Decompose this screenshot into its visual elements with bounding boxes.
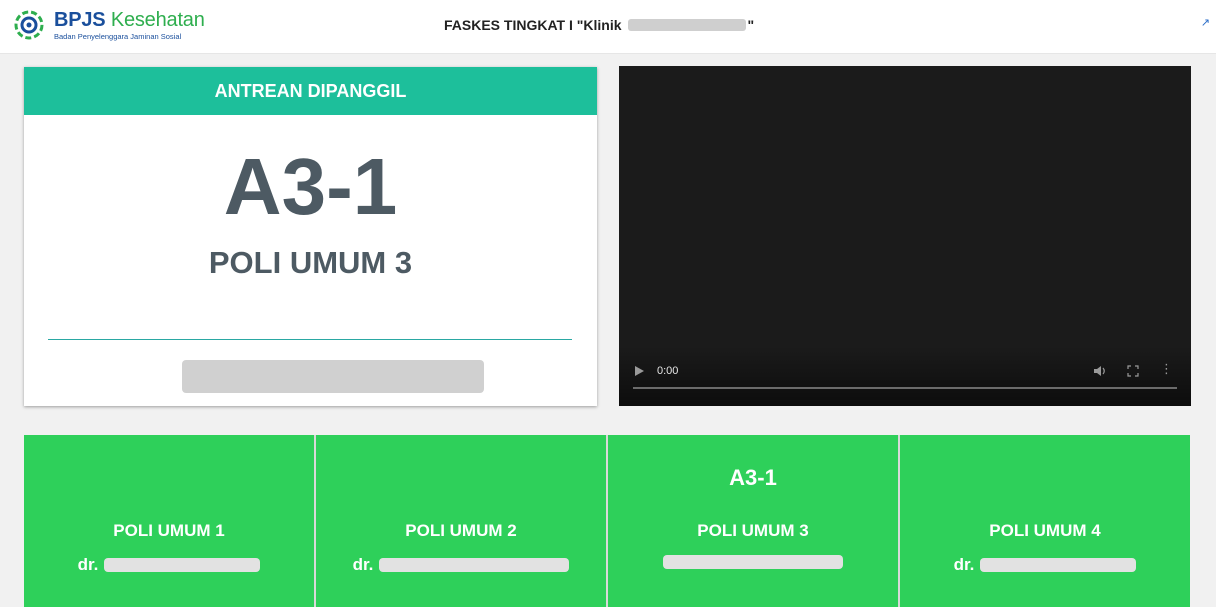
tile-doctor-prefix: dr.: [953, 555, 975, 574]
tile-doctor-prefix: dr.: [77, 555, 99, 574]
tile-poli-name: POLI UMUM 4: [989, 521, 1101, 540]
volume-icon[interactable]: [1093, 365, 1107, 377]
redacted-doctor-name: [182, 360, 484, 393]
expand-icon[interactable]: ↗: [1201, 16, 1210, 29]
called-queue-card: ANTREAN DIPANGGIL A3-1 POLI UMUM 3: [24, 67, 597, 406]
video-controls: 0:00 ⋮: [619, 346, 1191, 406]
called-queue-heading: ANTREAN DIPANGGIL: [24, 67, 597, 115]
called-queue-poli: POLI UMUM 3: [208, 245, 413, 280]
brand-name-part1: BPJS: [54, 9, 106, 31]
poli-tiles: POLI UMUM 1 dr. POLI UMUM 2 dr. A3-1 POL…: [24, 435, 1190, 607]
queue-display-page: BPJS Kesehatan Badan Penyelenggara Jamin…: [0, 0, 1216, 607]
fullscreen-icon[interactable]: [1127, 365, 1139, 377]
video-player[interactable]: 0:00 ⋮: [619, 66, 1191, 406]
page-title-suffix: ": [747, 17, 755, 33]
redacted-doctor-name: [379, 558, 570, 572]
tile-poli-name: POLI UMUM 2: [405, 521, 517, 540]
video-progress-bar[interactable]: [633, 387, 1177, 389]
poli-tile-4: POLI UMUM 4 dr.: [900, 435, 1190, 607]
poli-tile-3: A3-1 POLI UMUM 3: [608, 435, 900, 607]
brand-subtitle: Badan Penyelenggara Jaminan Sosial: [54, 32, 182, 41]
redacted-doctor-name: [663, 555, 843, 569]
redacted-clinic-name: [627, 19, 746, 31]
tile-poli-name: POLI UMUM 1: [113, 521, 225, 540]
page-title-prefix: FASKES TINGKAT I "Klinik: [444, 17, 622, 33]
brand-logo: BPJS Kesehatan Badan Penyelenggara Jamin…: [14, 10, 205, 41]
brand-name: BPJS Kesehatan: [54, 10, 205, 30]
video-time: 0:00: [657, 365, 679, 377]
called-queue-number: A3-1: [223, 142, 398, 231]
page-title: FASKES TINGKAT I "Klinik ": [444, 17, 754, 33]
divider: [48, 339, 572, 340]
poli-tile-2: POLI UMUM 2 dr.: [316, 435, 608, 607]
poli-tile-1: POLI UMUM 1 dr.: [24, 435, 316, 607]
more-vertical-icon[interactable]: ⋮: [1160, 362, 1173, 375]
tile-poli-name: POLI UMUM 3: [697, 521, 809, 540]
tile-doctor-prefix: dr.: [352, 555, 374, 574]
tile-doctor: dr.: [24, 555, 314, 575]
play-icon[interactable]: [633, 365, 645, 377]
tile-doctor: [608, 555, 898, 569]
tile-doctor: dr.: [316, 555, 606, 575]
tile-doctor: dr.: [900, 555, 1190, 575]
tile-queue-number: A3-1: [729, 465, 777, 490]
redacted-doctor-name: [980, 558, 1137, 572]
header-bar: BPJS Kesehatan Badan Penyelenggara Jamin…: [0, 0, 1216, 54]
redacted-doctor-name: [104, 558, 261, 572]
bpjs-logo-icon: [14, 10, 44, 40]
brand-name-part2: Kesehatan: [110, 9, 205, 31]
